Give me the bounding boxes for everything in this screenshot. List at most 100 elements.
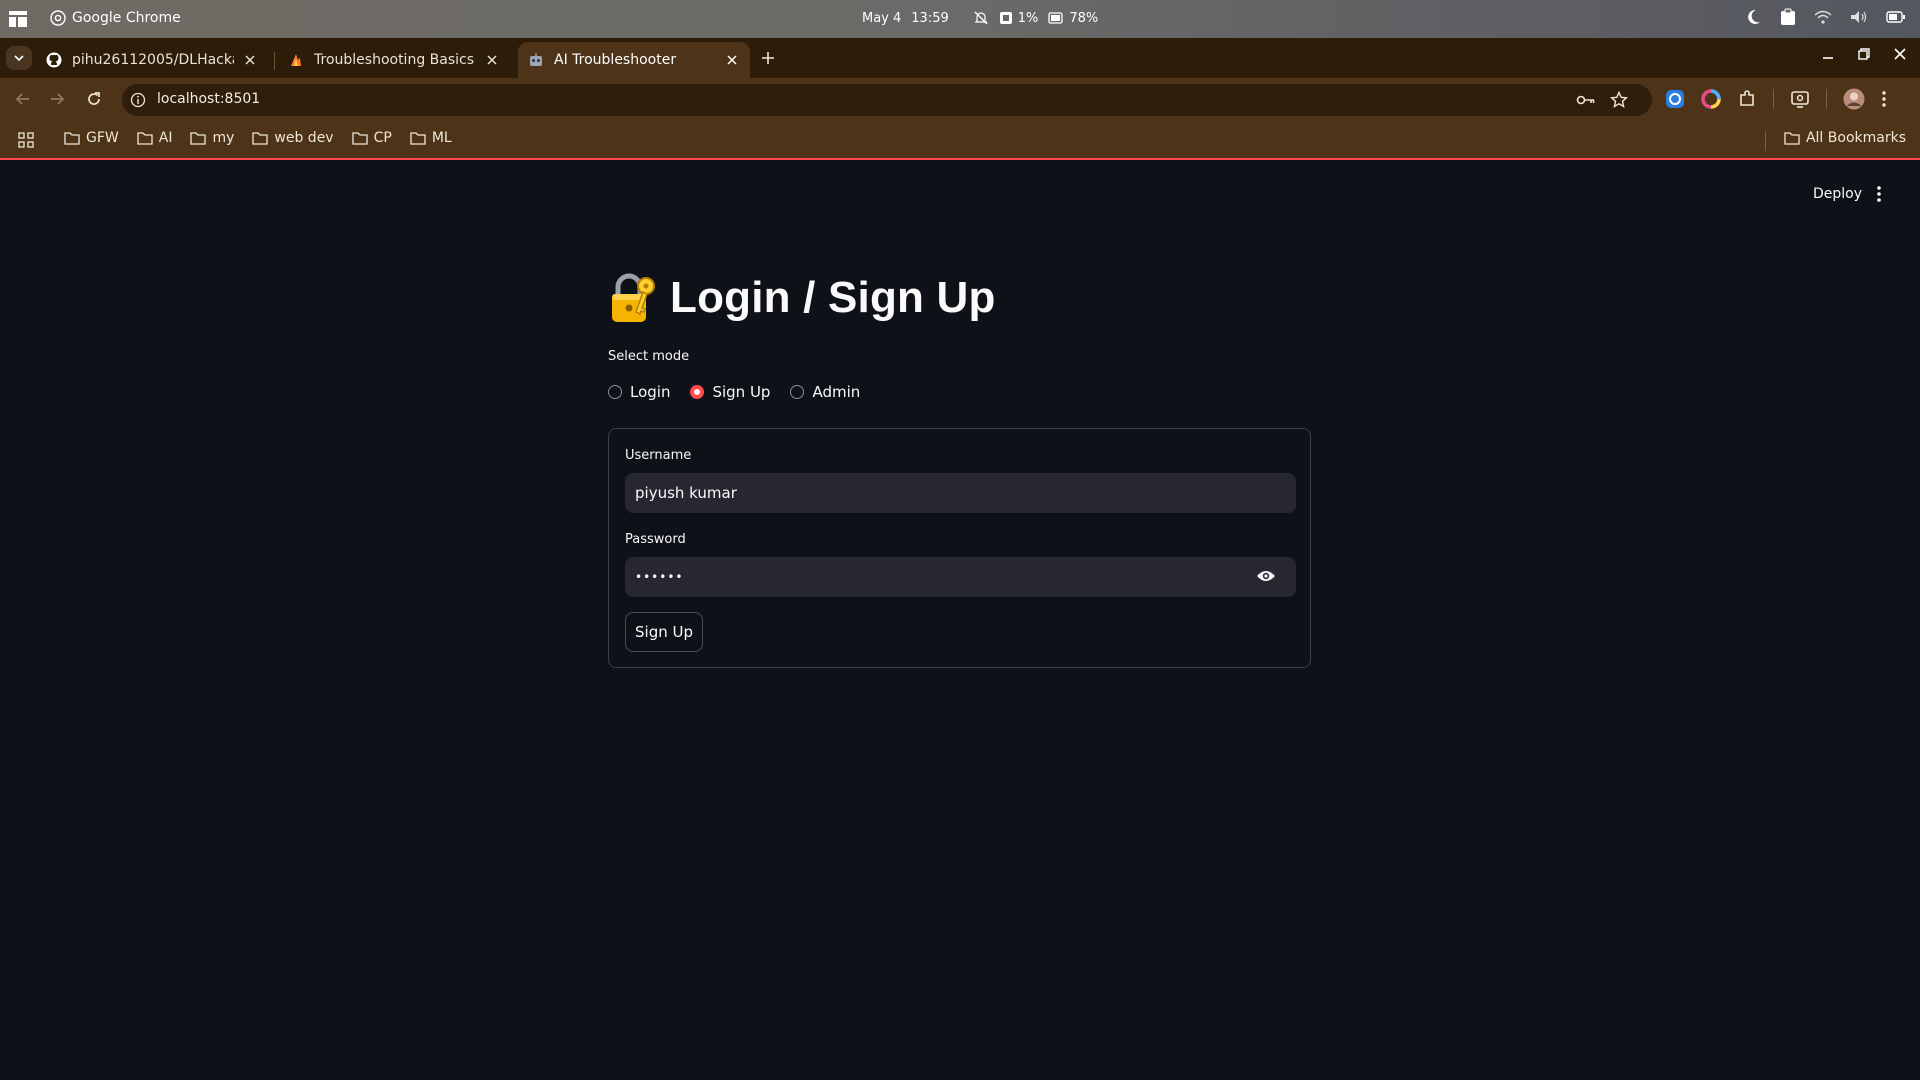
close-tab-icon[interactable] <box>484 52 500 68</box>
apps-grid-icon[interactable] <box>18 132 34 148</box>
close-window-button[interactable] <box>1894 48 1906 60</box>
clipboard-icon[interactable] <box>1780 8 1796 26</box>
tab-title: AI Troubleshooter <box>554 52 677 68</box>
radio-label: Login <box>630 383 671 401</box>
system-tray[interactable] <box>1744 8 1906 26</box>
page-title-row: Login / Sign Up <box>608 272 996 324</box>
chrome-icon <box>50 10 66 26</box>
extensions-puzzle-icon[interactable] <box>1737 89 1757 109</box>
close-tab-icon[interactable] <box>242 52 258 68</box>
select-mode-label: Select mode <box>608 349 690 364</box>
radio-admin[interactable]: Admin <box>790 383 860 401</box>
deploy-button[interactable]: Deploy <box>1813 186 1862 202</box>
time-label: 13:59 <box>911 10 949 26</box>
toolbar-divider <box>1773 89 1774 109</box>
arrow-left-icon <box>15 93 29 105</box>
os-top-bar: Google Chrome May 4 13:59 1% 78% <box>0 0 1920 38</box>
battery-outline-icon <box>1048 11 1064 25</box>
browser-toolbar: localhost:8501 <box>0 78 1920 122</box>
show-password-eye-icon[interactable] <box>1256 569 1276 583</box>
cpu-indicator: 1% <box>999 10 1039 26</box>
folder-icon <box>1784 131 1800 145</box>
extension-blue-icon[interactable] <box>1665 89 1685 109</box>
forward-button[interactable] <box>48 90 66 108</box>
extension-color-wheel-icon[interactable] <box>1701 89 1721 109</box>
wifi-icon[interactable] <box>1814 10 1832 24</box>
signup-form: Username Password Sign Up <box>608 428 1311 668</box>
password-input[interactable] <box>625 557 1296 597</box>
cpu-icon <box>999 11 1013 25</box>
active-app-indicator[interactable]: Google Chrome <box>50 10 181 26</box>
folder-icon <box>64 131 80 145</box>
username-label: Username <box>625 448 692 463</box>
bookmark-label: my <box>212 130 235 146</box>
username-input[interactable] <box>625 473 1296 513</box>
date-label: May 4 <box>862 10 902 26</box>
tab-search-button[interactable] <box>6 46 32 70</box>
address-bar[interactable]: localhost:8501 <box>122 84 1652 116</box>
tab-ai-troubleshooter[interactable]: AI Troubleshooter <box>518 42 750 78</box>
radio-button-selected[interactable] <box>690 385 705 399</box>
bookmark-folder-ml[interactable]: ML <box>410 130 452 146</box>
window-controls <box>1822 48 1906 60</box>
radio-sign-up[interactable]: Sign Up <box>690 383 770 401</box>
volume-icon[interactable] <box>1850 10 1868 24</box>
bookmark-star-icon[interactable] <box>1610 91 1628 109</box>
tab-title: pihu26112005/DLHacka <box>72 52 234 68</box>
back-button[interactable] <box>14 90 32 108</box>
password-field-container <box>625 557 1296 597</box>
github-icon <box>46 52 62 68</box>
bookmark-folder-ai[interactable]: AI <box>137 130 173 146</box>
bookmark-folder-web-dev[interactable]: web dev <box>252 130 334 146</box>
reload-button[interactable] <box>85 90 103 108</box>
minimize-button[interactable] <box>1822 48 1834 60</box>
notifications-off-icon <box>973 10 989 26</box>
close-tab-icon[interactable] <box>724 52 740 68</box>
radio-button[interactable] <box>608 385 622 399</box>
bookmark-label: ML <box>431 130 452 146</box>
radio-button[interactable] <box>790 385 805 399</box>
more-vert-icon <box>1877 186 1881 202</box>
folder-icon <box>410 131 426 145</box>
tab-strip: pihu26112005/DLHacka Troubleshooting Bas… <box>0 38 1920 78</box>
password-key-icon[interactable] <box>1576 92 1596 108</box>
radio-label: Sign Up <box>712 383 771 401</box>
url-text[interactable]: localhost:8501 <box>157 91 260 107</box>
arrow-right-icon <box>51 93 65 105</box>
new-tab-button[interactable] <box>758 48 778 68</box>
chrome-menu-icon[interactable] <box>1881 90 1887 108</box>
bookmark-label: GFW <box>86 130 119 146</box>
sign-up-button[interactable]: Sign Up <box>625 612 703 652</box>
screen-capture-icon[interactable] <box>1790 89 1810 109</box>
bookmark-label: AI <box>158 130 173 146</box>
plus-icon <box>762 52 774 64</box>
battery-icon[interactable] <box>1886 10 1906 24</box>
password-label: Password <box>625 532 686 547</box>
cpu-value: 1% <box>1017 10 1039 26</box>
main-menu-button[interactable] <box>1876 185 1882 203</box>
folder-icon <box>190 131 207 145</box>
night-mode-icon[interactable] <box>1744 8 1762 26</box>
bookmarks-divider <box>1765 131 1766 151</box>
bookmark-folder-gfw[interactable]: GFW <box>64 130 119 146</box>
battery-stat: 78% <box>1048 11 1098 26</box>
mode-radio-group: Login Sign Up Admin <box>608 383 860 401</box>
site-info-icon[interactable] <box>130 92 146 108</box>
radio-label: Admin <box>812 383 861 401</box>
clock-area[interactable]: May 4 13:59 1% 78% <box>862 10 1098 26</box>
bookmark-folder-cp[interactable]: CP <box>351 130 392 146</box>
tab-github[interactable]: pihu26112005/DLHacka <box>36 42 268 78</box>
bookmark-label: CP <box>373 130 392 146</box>
battery-value: 78% <box>1069 10 1099 26</box>
activities-icon[interactable] <box>8 9 28 29</box>
flame-icon <box>288 52 304 68</box>
all-bookmarks-button[interactable]: All Bookmarks <box>1784 130 1906 146</box>
radio-login[interactable]: Login <box>608 383 670 401</box>
robot-icon <box>528 52 544 68</box>
tab-troubleshooting-basics[interactable]: Troubleshooting Basics - <box>278 42 510 78</box>
profile-avatar[interactable] <box>1843 88 1865 110</box>
restore-button[interactable] <box>1858 48 1870 60</box>
bookmark-folder-my[interactable]: my <box>190 130 234 146</box>
page-title: Login / Sign Up <box>670 273 996 322</box>
app-name-label: Google Chrome <box>72 10 181 26</box>
